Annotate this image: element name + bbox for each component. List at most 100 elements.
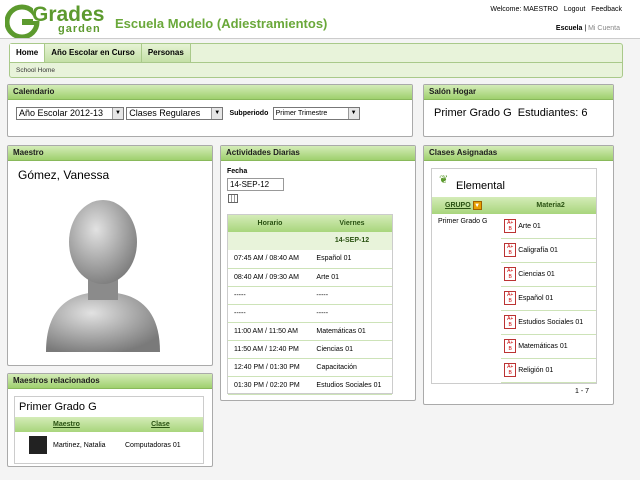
grupo-cell[interactable]: Primer Grado G [432, 214, 501, 383]
table-row: 11:00 AM / 11:50 AM Matemáticas 01 [228, 322, 392, 341]
horario-cell: ----- [228, 304, 311, 323]
related-teacher-name: Martinez, Natalia [53, 441, 106, 449]
avatar [38, 194, 168, 356]
col-materia: Materia2 [536, 202, 565, 209]
list-item: A+ B Matemáticas 01 [501, 334, 596, 359]
mi-cuenta-link[interactable]: Mi Cuenta [588, 25, 620, 32]
feedback-link[interactable]: Feedback [591, 6, 622, 13]
clases-select[interactable]: Clases Regulares ▼ [126, 107, 224, 120]
school-name: Escuela Modelo (Adiestramientos) [115, 16, 328, 31]
related-teacher-class: Computadoras 01 [125, 441, 181, 449]
account-links: Escuela | Mi Cuenta [555, 25, 620, 32]
calendario-panel: Calendario Año Escolar 2012-13 ▼ Clases R… [7, 84, 413, 137]
relacionados-box: Primer Grado G Maestro Clase Martinez, N… [14, 396, 204, 464]
table-row: 08:40 AM / 09:30 AM Arte 01 [228, 268, 392, 287]
logo-word-garden: garden [58, 23, 101, 35]
logout-link[interactable]: Logout [564, 6, 585, 13]
table-row: 01:30 PM / 02:20 PM Estudios Sociales 01 [228, 376, 392, 395]
activities-table: Horario Viernes 14-SEP-12 07:45 AM / 08:… [227, 214, 393, 395]
gradebook-icon[interactable]: A+ B [504, 291, 517, 305]
materia-cell[interactable]: Arte 01 [310, 268, 392, 287]
actividades-panel: Actividades Diarias Fecha 14-SEP-12 Hora… [220, 145, 416, 401]
gradebook-icon[interactable]: A+ B [504, 267, 517, 281]
subperiodo-value: Primer Trimestre [275, 110, 328, 117]
materia-link[interactable]: Caligrafía 01 [518, 247, 558, 254]
date-header: 14-SEP-12 [334, 237, 370, 244]
sprout-icon: ❦ [439, 174, 449, 186]
horario-cell: ----- [228, 286, 311, 305]
list-item: A+ B Estudios Sociales 01 [501, 310, 596, 335]
materias-list: A+ B Arte 01 A+ B Caligrafía 01 A+ B Ciencias … [501, 214, 596, 383]
main-navbar: Home Año Escolar en Curso Personas Schoo… [9, 43, 623, 78]
maestros-relacionados-panel: Maestros relacionados Primer Grado G Mae… [7, 373, 213, 467]
col-horario: Horario [257, 220, 283, 227]
horario-cell: 11:50 AM / 12:40 PM [228, 340, 311, 359]
materia-cell[interactable]: Estudios Sociales 01 [310, 376, 392, 395]
breadcrumb[interactable]: School Home [10, 63, 622, 78]
gradebook-icon[interactable]: A+ B [504, 218, 517, 233]
list-item: A+ B Ciencias 01 [501, 262, 596, 287]
chevron-down-icon: ▼ [347, 108, 359, 119]
salon-hogar-title: Salón Hogar [424, 85, 613, 100]
horario-cell: 07:45 AM / 08:40 AM [228, 250, 311, 269]
subperiodo-label: Subperiodo [229, 110, 269, 117]
maestro-title: Maestro [8, 146, 212, 161]
salon-grupo[interactable]: Primer Grado G [434, 107, 512, 119]
salon-hogar-panel: Salón Hogar Primer Grado G Estudiantes: … [423, 84, 614, 137]
materia-link[interactable]: Estudios Sociales 01 [518, 319, 583, 326]
fecha-input[interactable]: 14-SEP-12 [227, 178, 284, 191]
materia-cell[interactable]: Español 01 [310, 250, 392, 269]
ano-escolar-select[interactable]: Año Escolar 2012-13 ▼ [16, 107, 124, 120]
materia-link[interactable]: Matemáticas 01 [518, 343, 567, 350]
tab-personas[interactable]: Personas [141, 44, 191, 62]
col-maestro-link[interactable]: Maestro [53, 421, 80, 428]
relacionados-title: Maestros relacionados [8, 374, 212, 389]
horario-cell: 01:30 PM / 02:20 PM [228, 376, 311, 395]
table-row: ----- ----- [228, 286, 392, 305]
tab-ano-escolar[interactable]: Año Escolar en Curso [45, 44, 142, 62]
teacher-photo [29, 436, 47, 454]
sort-dropdown-icon[interactable]: ▼ [472, 201, 482, 210]
salon-estudiantes: Estudiantes: 6 [517, 107, 588, 119]
materia-link[interactable]: Español 01 [518, 295, 553, 302]
materia-link[interactable]: Ciencias 01 [518, 271, 555, 278]
materia-cell[interactable]: Matemáticas 01 [310, 322, 392, 341]
calendario-title: Calendario [8, 85, 412, 100]
chevron-down-icon: ▼ [211, 108, 223, 119]
horario-cell: 12:40 PM / 01:30 PM [228, 358, 311, 377]
escuela-link[interactable]: Escuela [556, 25, 582, 32]
clases-asignadas-panel: Clases Asignadas ❦ Elemental GRUPO ▼ Mat… [423, 145, 614, 405]
col-clase-link[interactable]: Clase [151, 421, 170, 428]
table-row: 12:40 PM / 01:30 PM Capacitación [228, 358, 392, 377]
tab-home[interactable]: Home [10, 44, 46, 62]
col-viernes: Viernes [339, 220, 365, 227]
grupo-sort-link[interactable]: GRUPO [445, 202, 471, 209]
table-row: 11:50 AM / 12:40 PM Ciencias 01 [228, 340, 392, 359]
materia-link[interactable]: Religión 01 [518, 367, 553, 374]
clases-value: Clases Regulares [129, 108, 201, 118]
maestro-panel: Maestro Gómez, Vanessa [7, 145, 213, 366]
gradebook-icon[interactable]: A+ B [504, 243, 517, 257]
horario-cell: 11:00 AM / 11:50 AM [228, 322, 311, 341]
chevron-down-icon: ▼ [112, 108, 123, 119]
calendar-icon[interactable] [228, 194, 238, 203]
horario-cell: 08:40 AM / 09:30 AM [228, 268, 311, 287]
list-item: A+ B Religión 01 [501, 358, 596, 383]
materia-cell: ----- [310, 286, 392, 305]
materia-cell[interactable]: Capacitación [310, 358, 392, 377]
table-row: Martinez, Natalia Computadoras 01 [15, 432, 203, 458]
table-row: ----- ----- [228, 304, 392, 323]
relacionados-grupo: Primer Grado G [19, 401, 97, 413]
gradebook-icon[interactable]: A+ B [504, 363, 517, 377]
list-item: A+ B Arte 01 [501, 214, 596, 239]
gradebook-icon[interactable]: A+ B [504, 315, 517, 329]
materia-link[interactable]: Arte 01 [518, 223, 541, 230]
top-links: Welcome: MAESTRO Logout Feedback [486, 6, 622, 13]
materia-cell[interactable]: Ciencias 01 [310, 340, 392, 359]
nivel-label: Elemental [456, 180, 505, 192]
teacher-name: Gómez, Vanessa [18, 168, 110, 182]
actividades-title: Actividades Diarias [221, 146, 415, 161]
gradebook-icon[interactable]: A+ B [504, 339, 517, 353]
ano-escolar-value: Año Escolar 2012-13 [19, 108, 104, 118]
subperiodo-select[interactable]: Primer Trimestre ▼ [272, 107, 360, 120]
